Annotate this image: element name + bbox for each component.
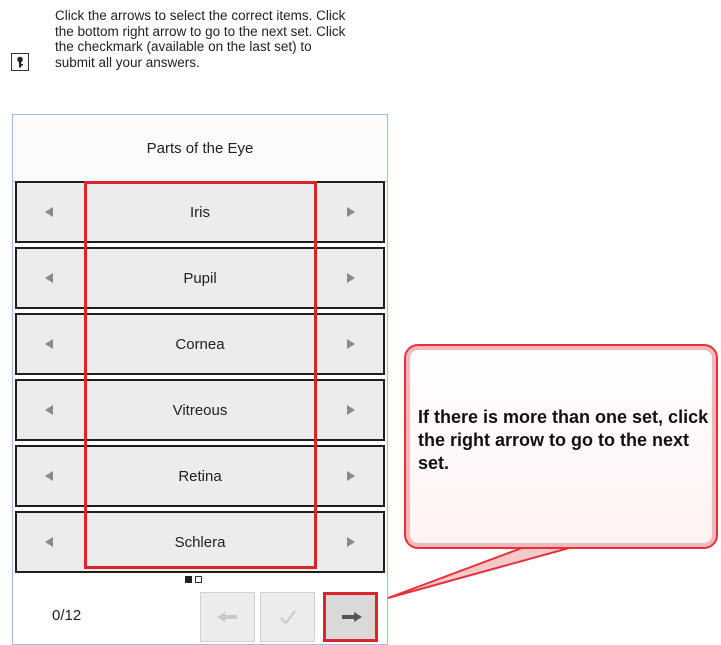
item-row: Iris xyxy=(15,181,385,243)
item-row: Vitreous xyxy=(15,379,385,441)
arrow-left-icon[interactable] xyxy=(17,513,81,571)
prev-button[interactable] xyxy=(200,592,255,642)
callout-box: If there is more than one set, click the… xyxy=(404,344,718,549)
pager-dot-inactive[interactable] xyxy=(195,576,202,583)
arrow-right-icon[interactable] xyxy=(319,381,383,439)
arrow-right-icon[interactable] xyxy=(319,513,383,571)
next-arrow-icon xyxy=(341,612,362,622)
arrow-left-icon[interactable] xyxy=(17,249,81,307)
progress-counter: 0/12 xyxy=(52,607,82,624)
instructions-text: Click the arrows to select the correct i… xyxy=(55,8,346,70)
arrow-left-icon[interactable] xyxy=(17,183,81,241)
item-row: Retina xyxy=(15,445,385,507)
item-row: Cornea xyxy=(15,313,385,375)
arrow-left-icon[interactable] xyxy=(17,447,81,505)
pager-dot-active[interactable] xyxy=(185,576,192,583)
item-label: Vitreous xyxy=(172,401,228,419)
item-label: Pupil xyxy=(183,269,217,287)
question-panel: Parts of the Eye Iris Pupil Cornea Vitre… xyxy=(12,114,388,645)
arrow-left-icon[interactable] xyxy=(17,315,81,373)
item-label: Retina xyxy=(178,467,222,485)
item-row: Schlera xyxy=(15,511,385,573)
pager-dots xyxy=(185,576,202,583)
arrow-left-icon[interactable] xyxy=(17,381,81,439)
prev-arrow-icon xyxy=(216,612,237,622)
callout-text: If there is more than one set, click the… xyxy=(418,407,709,473)
checkmark-icon xyxy=(279,610,296,625)
item-row: Pupil xyxy=(15,247,385,309)
item-label: Schlera xyxy=(174,533,226,551)
arrow-right-icon[interactable] xyxy=(319,183,383,241)
panel-title: Parts of the Eye xyxy=(13,115,387,182)
item-label: Cornea xyxy=(175,335,225,353)
arrow-right-icon[interactable] xyxy=(319,447,383,505)
arrow-right-icon[interactable] xyxy=(319,315,383,373)
arrow-right-icon[interactable] xyxy=(319,249,383,307)
submit-button[interactable] xyxy=(260,592,315,642)
item-label: Iris xyxy=(190,203,210,221)
key-icon xyxy=(11,53,29,71)
next-button[interactable] xyxy=(323,592,378,642)
